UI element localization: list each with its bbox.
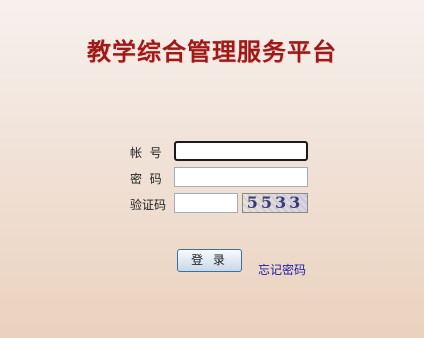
captcha-label: 验证码 — [130, 198, 167, 212]
account-label: 帐 号 — [130, 146, 162, 160]
login-button[interactable]: 登 录 — [177, 249, 242, 272]
account-input[interactable] — [174, 141, 308, 161]
password-label: 密 码 — [130, 172, 162, 186]
forgot-password-link[interactable]: 忘记密码 — [258, 261, 306, 278]
captcha-input[interactable] — [174, 193, 238, 213]
captcha-image[interactable]: 5533 — [242, 193, 308, 213]
password-input[interactable] — [174, 167, 308, 187]
page-title: 教学综合管理服务平台 — [87, 38, 337, 66]
